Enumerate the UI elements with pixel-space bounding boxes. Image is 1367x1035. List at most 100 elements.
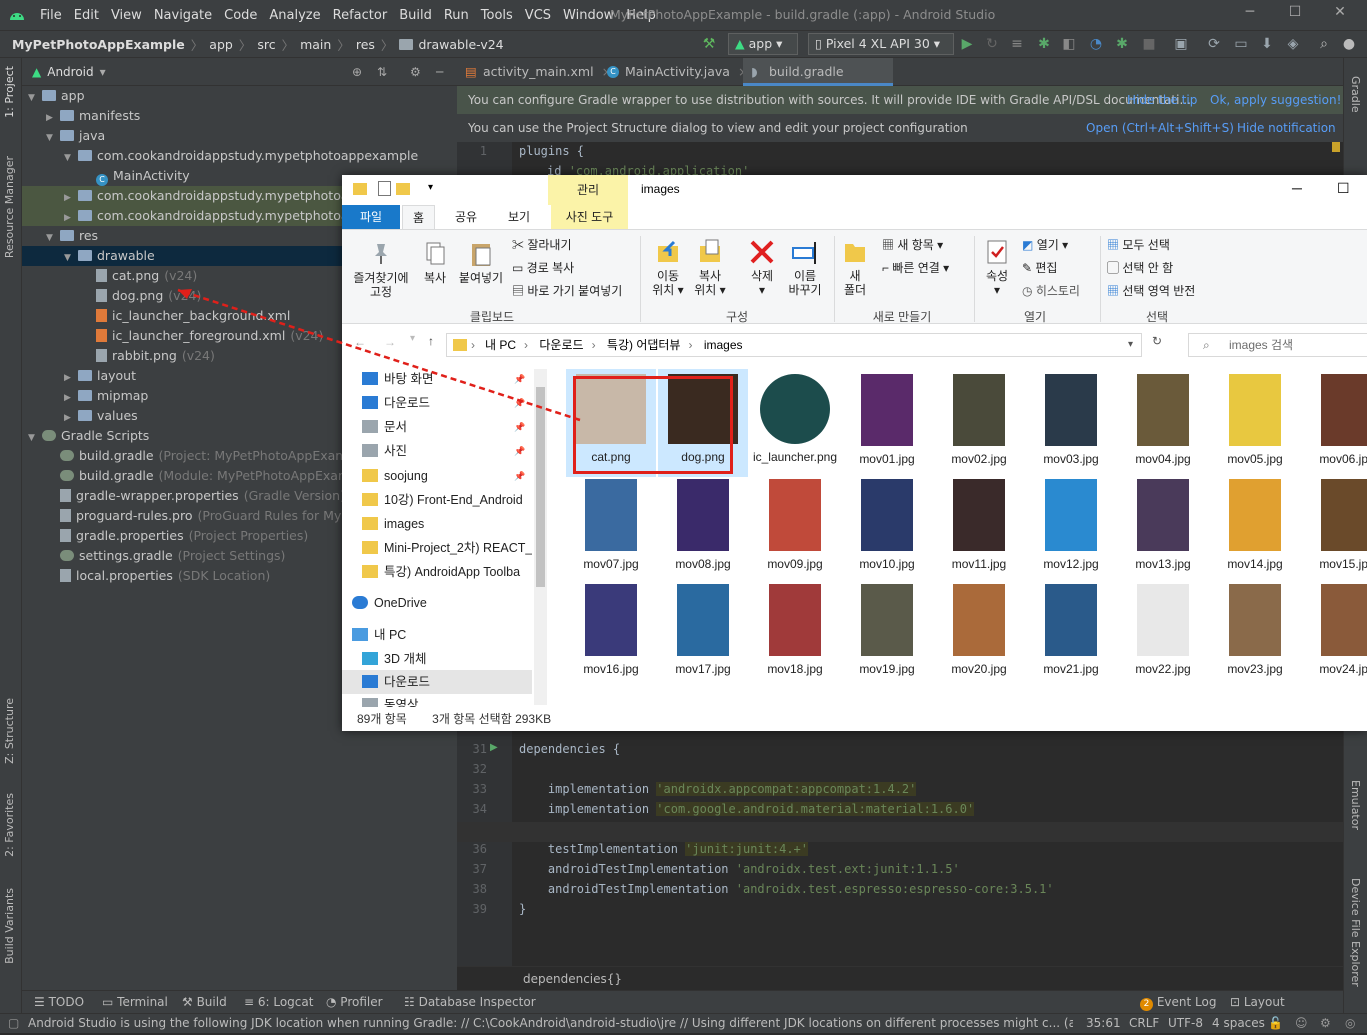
file-item[interactable]: mov10.jpg bbox=[842, 474, 932, 582]
delete-button[interactable]: 삭제 ▾ bbox=[744, 238, 780, 297]
debug-icon[interactable]: ✱ bbox=[1035, 35, 1053, 53]
chevron-down-icon[interactable]: ▼ bbox=[46, 228, 60, 248]
tab-build[interactable]: ⚒ Build bbox=[182, 991, 227, 1013]
back-icon[interactable]: ← bbox=[354, 335, 366, 349]
new-folder-button[interactable]: 새 폴더 bbox=[840, 238, 870, 297]
tab-profiler[interactable]: ◔ Profiler bbox=[326, 991, 383, 1013]
address-crumb[interactable]: 특강) 어댑터뷰 bbox=[607, 338, 681, 352]
profile-icon[interactable]: ◔ bbox=[1087, 35, 1105, 53]
nav-item[interactable]: soojung 📌 bbox=[342, 464, 532, 488]
device-select[interactable]: ▯ Pixel 4 XL API 30 ▾ bbox=[808, 33, 954, 55]
breadcrumb-res[interactable]: res bbox=[356, 37, 375, 52]
select-none-button[interactable]: ▢ 선택 안 함 bbox=[1107, 259, 1173, 276]
close-icon[interactable]: ✕ bbox=[1330, 4, 1350, 24]
file-item[interactable]: mov14.jpg bbox=[1210, 474, 1300, 582]
chevron-right-icon[interactable]: ▶ bbox=[64, 208, 78, 228]
chevron-right-icon[interactable]: ▶ bbox=[64, 408, 78, 428]
apply-changes-icon[interactable]: ≡ bbox=[1008, 35, 1026, 53]
nav-item[interactable]: OneDrive bbox=[342, 591, 532, 615]
menu-view[interactable]: View bbox=[105, 8, 148, 23]
breadcrumb-project[interactable]: MyPetPhotoAppExample bbox=[12, 37, 185, 52]
chevron-down-icon[interactable]: ▾ bbox=[1128, 334, 1133, 356]
tab-todo[interactable]: ☰ TODO bbox=[34, 991, 84, 1013]
file-item[interactable]: mov17.jpg bbox=[658, 579, 748, 687]
hammer-icon[interactable]: ⚒ bbox=[700, 35, 718, 53]
file-item[interactable]: mov15.jpg bbox=[1302, 474, 1367, 582]
tab-home[interactable]: 홈 bbox=[402, 205, 436, 229]
rename-button[interactable]: 이름 바꾸기 bbox=[784, 238, 826, 297]
cut-button[interactable]: ✂ 잘라내기 bbox=[512, 236, 572, 253]
move-to-button[interactable]: 이동 위치 ▾ bbox=[648, 238, 688, 297]
attach-debugger-icon[interactable]: ✱ bbox=[1113, 35, 1131, 53]
code-breadcrumb[interactable]: dependencies{} bbox=[457, 966, 1343, 990]
gear-icon[interactable]: ⚙ bbox=[410, 65, 421, 79]
apply-suggestion-link[interactable]: Ok, apply suggestion! bbox=[1210, 86, 1341, 114]
nav-item[interactable]: 동영상 bbox=[342, 693, 532, 707]
line-separator[interactable]: CRLF bbox=[1129, 1014, 1159, 1033]
address-crumb[interactable]: 내 PC bbox=[485, 338, 516, 352]
code-line[interactable]: implementation 'androidx.appcompat:appco… bbox=[519, 782, 917, 796]
open-structure-link[interactable]: Open (Ctrl+Alt+Shift+S) bbox=[1086, 114, 1234, 142]
nav-item[interactable]: 10강) Front-End_Android bbox=[342, 488, 532, 512]
hide-notification-link[interactable]: Hide notification bbox=[1237, 114, 1336, 142]
nav-item[interactable]: images bbox=[342, 512, 532, 536]
paste-shortcut-button[interactable]: ▤ 바로 가기 붙여넣기 bbox=[512, 282, 622, 299]
nav-item[interactable]: 3D 개체 bbox=[342, 647, 532, 671]
breadcrumb-drawable[interactable]: drawable-v24 bbox=[418, 37, 503, 52]
layout-inspector-icon[interactable]: ◈ bbox=[1284, 35, 1302, 53]
run-config-select[interactable]: ▲ app ▾ bbox=[728, 33, 798, 55]
file-item[interactable]: mov06.jpg bbox=[1302, 369, 1367, 477]
code-line[interactable]: testImplementation 'junit:junit:4.+' bbox=[519, 842, 808, 856]
tab-picture-tools[interactable]: 사진 도구 bbox=[551, 205, 628, 229]
code-line[interactable]: } bbox=[519, 902, 526, 916]
status-message[interactable]: Android Studio is using the following JD… bbox=[28, 1014, 1073, 1033]
file-item[interactable]: mov04.jpg bbox=[1118, 369, 1208, 477]
file-item[interactable]: mov19.jpg bbox=[842, 579, 932, 687]
file-item[interactable]: mov13.jpg bbox=[1118, 474, 1208, 582]
face-icon[interactable]: ☺ bbox=[1295, 1014, 1308, 1033]
tab-file[interactable]: 파일 bbox=[342, 205, 400, 229]
nav-item[interactable]: 다운로드 📌 bbox=[342, 391, 532, 415]
menu-vcs[interactable]: VCS bbox=[519, 8, 557, 23]
nav-item[interactable]: 특강) AndroidApp Toolba bbox=[342, 560, 532, 584]
run-gutter-icon[interactable]: ▶ bbox=[490, 742, 498, 753]
code-line[interactable]: plugins { bbox=[519, 144, 584, 158]
chevron-down-icon[interactable]: ▼ bbox=[64, 248, 78, 268]
address-bar[interactable]: › 내 PC › 다운로드 › 특강) 어댑터뷰 › images ▾ bbox=[446, 333, 1142, 357]
chevron-down-icon[interactable]: ▼ bbox=[64, 148, 78, 168]
new-folder-icon[interactable] bbox=[396, 183, 410, 195]
chevron-right-icon[interactable]: ▶ bbox=[64, 188, 78, 208]
tab-emulator[interactable]: Emulator bbox=[1349, 780, 1362, 830]
collapse-icon[interactable]: ⇅ bbox=[377, 65, 387, 79]
maximize-icon[interactable]: ☐ bbox=[1337, 180, 1350, 197]
tree-manifests[interactable]: ▶ manifests bbox=[22, 106, 457, 126]
tab-activity-main[interactable]: ▤activity_main.xml× bbox=[457, 58, 612, 86]
file-item[interactable]: mov16.jpg bbox=[566, 579, 656, 687]
tab-structure[interactable]: Z: Structure bbox=[3, 698, 16, 764]
tab-gradle[interactable]: Gradle bbox=[1349, 76, 1362, 113]
easy-access-button[interactable]: ⌐ 빠른 연결 ▾ bbox=[882, 259, 949, 276]
account-icon[interactable]: ● bbox=[1340, 35, 1358, 53]
menu-build[interactable]: Build bbox=[393, 8, 438, 23]
nav-item[interactable]: 사진 📌 bbox=[342, 439, 532, 463]
minimize-icon[interactable]: ─ bbox=[1240, 4, 1260, 24]
nav-item[interactable]: Mini-Project_2차) REACT_ bbox=[342, 536, 532, 560]
file-item[interactable]: mov08.jpg bbox=[658, 474, 748, 582]
history-button[interactable]: ◷ 히스토리 bbox=[1022, 282, 1080, 299]
avd-manager-icon[interactable]: ▭ bbox=[1232, 35, 1250, 53]
tree-app[interactable]: ▼ app bbox=[22, 86, 457, 106]
warning-marker[interactable] bbox=[1332, 142, 1340, 152]
hide-tip-link[interactable]: Hide the tip bbox=[1127, 86, 1197, 114]
copy-path-button[interactable]: ▭ 경로 복사 bbox=[512, 259, 574, 276]
indent-setting[interactable]: 4 spaces bbox=[1212, 1014, 1265, 1033]
chevron-right-icon[interactable]: ▶ bbox=[64, 388, 78, 408]
project-structure-icon[interactable]: ▣ bbox=[1172, 35, 1190, 53]
tab-logcat[interactable]: ≡ 6: Logcat bbox=[244, 991, 313, 1013]
chevron-down-icon[interactable]: ▼ bbox=[46, 128, 60, 148]
nav-item[interactable]: 내 PC bbox=[342, 623, 532, 647]
properties-icon[interactable] bbox=[378, 181, 391, 196]
open-button[interactable]: ◩ 열기 ▾ bbox=[1022, 236, 1068, 253]
nav-item[interactable]: 바탕 화면 📌 bbox=[342, 367, 532, 391]
menu-file[interactable]: File bbox=[34, 8, 68, 23]
copy-button[interactable]: 복사 bbox=[416, 240, 454, 285]
